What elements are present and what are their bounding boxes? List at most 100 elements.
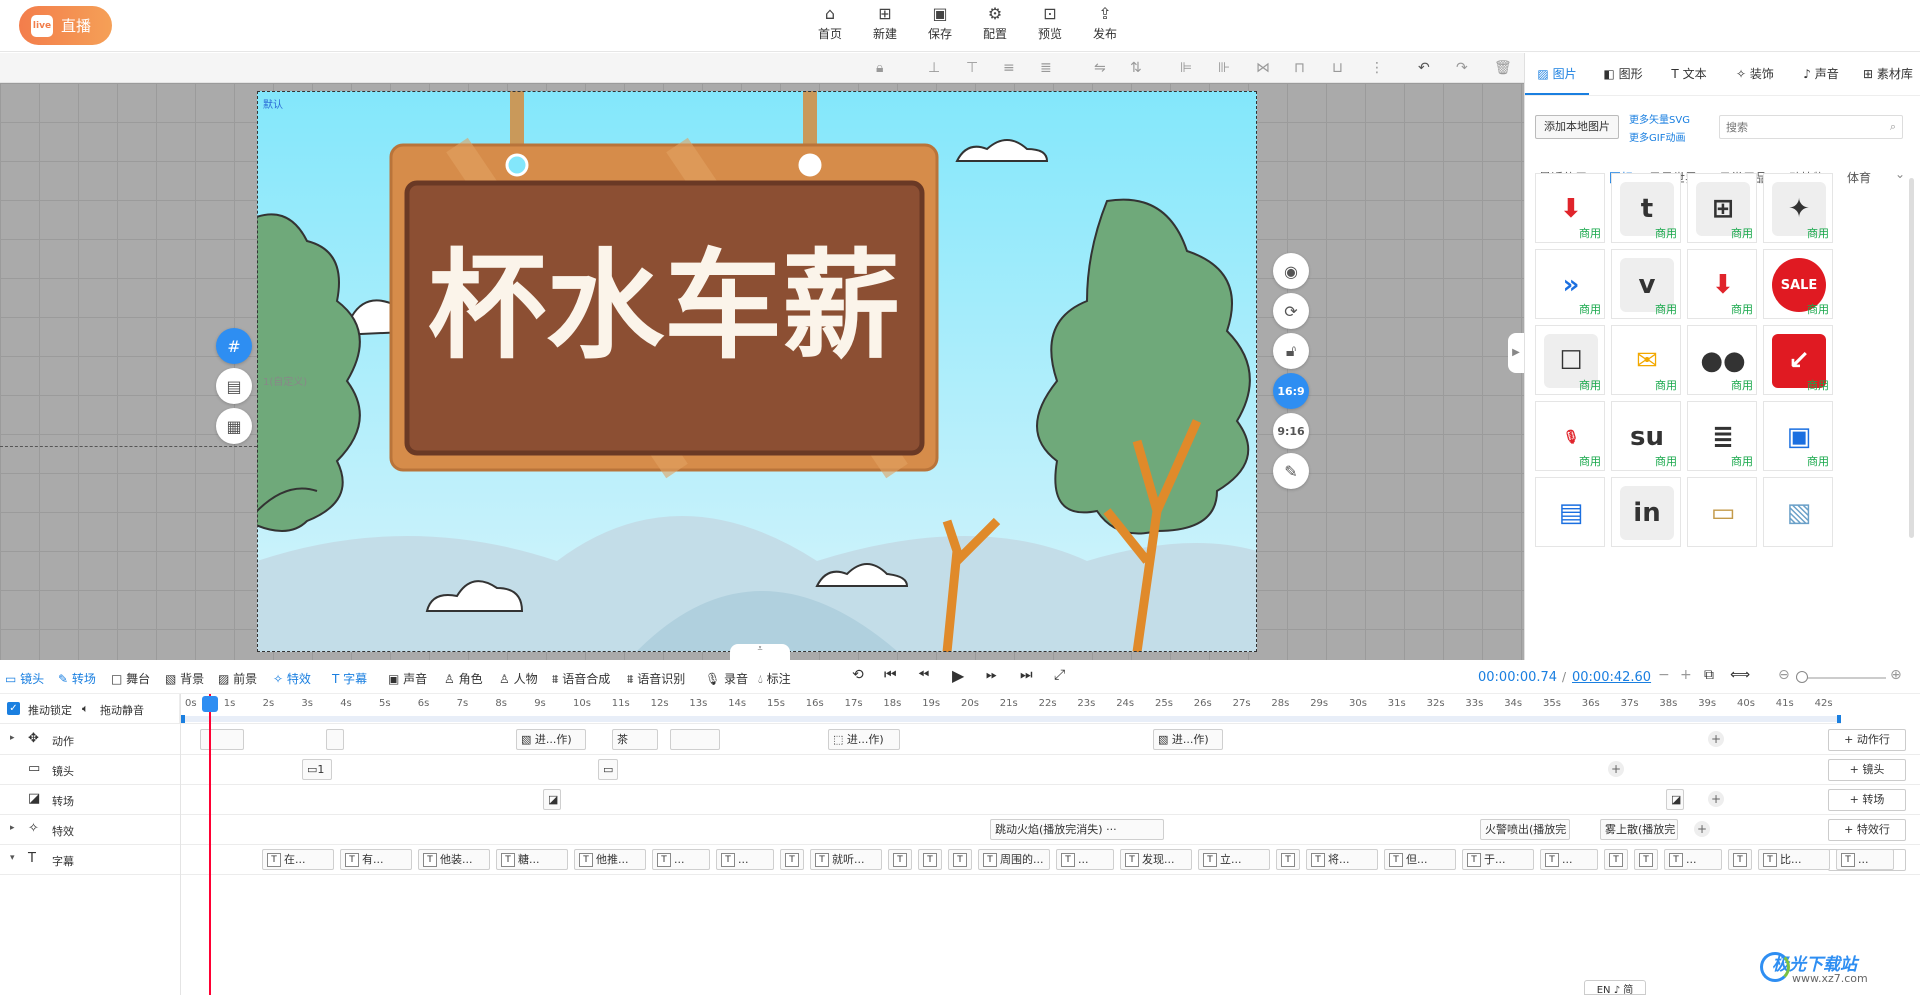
track-type-13[interactable]: 💧︎ 标注 (758, 670, 791, 687)
more-gif-link[interactable]: 更多GIF动画 (1629, 129, 1685, 144)
subtitle-clip[interactable]: T... (1540, 849, 1598, 870)
track-type-4[interactable]: ▨ 前景 (218, 670, 257, 687)
action-clip[interactable] (200, 729, 244, 750)
ime-indicator[interactable]: EN ♪ 简 (1584, 980, 1646, 996)
ratio-16-9-button[interactable]: 16:9 (1273, 373, 1309, 409)
track-type-0[interactable]: ▭ 镜头 (5, 670, 44, 687)
delete-icon[interactable]: 🗑︎ (1494, 60, 1512, 76)
skip-end-icon[interactable]: ⏭ (1020, 667, 1033, 683)
subtitle-clip[interactable]: T 立... (1198, 849, 1270, 870)
grid-toggle-button[interactable]: # (216, 328, 252, 364)
subtitle-clip[interactable]: T... (716, 849, 774, 870)
subtitle-clip[interactable]: T (918, 849, 942, 870)
add-track-button[interactable]: + 特效行 (1828, 819, 1906, 841)
transition-clip[interactable]: ◪ (543, 789, 561, 810)
subtitle-clip[interactable]: T 于... (1462, 849, 1534, 870)
subtitle-clip[interactable]: T... (652, 849, 710, 870)
subtitle-clip[interactable]: T (1604, 849, 1628, 870)
subtitle-clip[interactable]: T 糖... (496, 849, 568, 870)
collapse-panel-handle[interactable]: ▶ (1508, 333, 1524, 373)
align-right-icon[interactable]: ⊪ (1218, 60, 1230, 76)
asset-tile[interactable]: ▣ 商用 (1763, 401, 1833, 471)
asset-tile[interactable]: ≣ 商用 (1687, 401, 1757, 471)
scrollbar[interactable] (1909, 178, 1914, 538)
zoom-out-icon[interactable]: ⊖ (1778, 667, 1790, 683)
fit-icon[interactable]: ⧉ (1704, 667, 1714, 683)
step-back-icon[interactable]: ⏪︎ (918, 667, 929, 683)
track-type-2[interactable]: □ 舞台 (111, 670, 150, 687)
canvas-stage[interactable]: 杯水车薪 默认 1(自定义) # ▤ ▦ ◉ ⟳ 🔓︎ 16:9 9:16 ✎ … (0, 83, 1524, 660)
asset-tile[interactable]: ▭ (1687, 477, 1757, 547)
tab-shape[interactable]: ◧ 图形 (1591, 53, 1655, 95)
track-type-1[interactable]: ✎ 转场 (58, 670, 96, 687)
distribute-v-icon[interactable]: ⋮ (1370, 60, 1384, 76)
action-clip[interactable] (670, 729, 720, 750)
track-type-3[interactable]: ▧ 背景 (165, 670, 204, 687)
asset-tile[interactable]: su 商用 (1611, 401, 1681, 471)
expand-width-icon[interactable]: ⟺ (1730, 667, 1750, 683)
playhead[interactable] (209, 694, 211, 995)
nav-preview-button[interactable]: ⊡ 预览 (1030, 3, 1070, 47)
screenshot-button[interactable]: ◉ (1273, 253, 1309, 289)
asset-tile[interactable]: 🎙︎ 商用 (1535, 401, 1605, 471)
asset-tile[interactable]: v 商用 (1611, 249, 1681, 319)
track-type-8[interactable]: ♙ 角色 (444, 670, 483, 687)
asset-search-input[interactable] (1726, 117, 1876, 137)
refresh-button[interactable]: ⟳ (1273, 293, 1309, 329)
add-clip-button[interactable]: + (1708, 731, 1724, 747)
action-clip[interactable]: ▧ 进...作) (516, 729, 586, 750)
nav-save-button[interactable]: ▣ 保存 (920, 3, 960, 47)
collapse-timeline-handle[interactable]: ⩡ (730, 644, 790, 660)
play-icon[interactable]: ▶ (952, 666, 964, 685)
subtitle-clip[interactable]: T... (1056, 849, 1114, 870)
asset-tile[interactable]: » 商用 (1535, 249, 1605, 319)
fullscreen-icon[interactable]: ⤢ (1054, 667, 1065, 683)
add-track-button[interactable]: + 转场 (1828, 789, 1906, 811)
effect-clip[interactable]: 雾上散(播放完 (1600, 819, 1678, 840)
add-track-button[interactable]: + 动作行 (1828, 729, 1906, 751)
subtitle-clip[interactable]: T 就听... (810, 849, 882, 870)
plus-icon[interactable]: + (1680, 667, 1692, 683)
subtitle-clip[interactable]: T (888, 849, 912, 870)
track-type-12[interactable]: 🎙︎ 录音 (705, 670, 748, 687)
track-type-7[interactable]: ▣ 声音 (388, 670, 427, 687)
subtitle-clip[interactable]: T (780, 849, 804, 870)
nav-home-button[interactable]: ⌂ 首页 (810, 3, 850, 47)
action-clip[interactable] (326, 729, 344, 750)
add-clip-button[interactable]: + (1694, 821, 1710, 837)
camera-clip[interactable]: ▭1 (302, 759, 332, 780)
align-left-icon[interactable]: ⊫ (1180, 60, 1192, 76)
action-clip[interactable]: ⬚ 进...作) (828, 729, 900, 750)
subtitle-clip[interactable]: T (948, 849, 972, 870)
redo-icon[interactable]: ↷ (1456, 60, 1468, 76)
align-hcenter-icon[interactable]: ⋈ (1256, 60, 1270, 76)
step-forward-icon[interactable]: ⏩︎ (986, 667, 997, 683)
nav-config-button[interactable]: ⚙ 配置 (975, 3, 1015, 47)
distribute-icon[interactable]: ≣ (1040, 60, 1052, 76)
track-type-11[interactable]: ⩩ 语音识别 (627, 670, 685, 687)
action-clip[interactable]: 茶 (612, 729, 658, 750)
asset-tile[interactable]: ⬇ 商用 (1535, 173, 1605, 243)
lock-checkbox[interactable]: ✓ (7, 702, 20, 715)
live-button[interactable]: live 直播 (19, 6, 112, 45)
asset-tile[interactable]: in (1611, 477, 1681, 547)
subtitle-clip[interactable]: T 比... (1758, 849, 1830, 870)
effect-clip[interactable]: 火警喷出(播放完 (1480, 819, 1570, 840)
camera-clip[interactable]: ▭ (598, 759, 618, 780)
add-track-button[interactable]: + 镜头 (1828, 759, 1906, 781)
asset-tile[interactable]: SALE 商用 (1763, 249, 1833, 319)
asset-tile[interactable]: ▧ (1763, 477, 1833, 547)
track-type-9[interactable]: ♙ 人物 (499, 670, 538, 687)
time-ruler[interactable]: 0s 1s 2s 3s 4s 5s 6s 7s 8s 9s 10s 11s 12s 13s 14s 15s 16… (181, 694, 1841, 724)
total-time[interactable]: 00:00:42.60 (1572, 670, 1651, 685)
asset-tile[interactable]: ☐ 商用 (1535, 325, 1605, 395)
asset-tile[interactable]: ✦ 商用 (1763, 173, 1833, 243)
tab-text[interactable]: T 文本 (1657, 53, 1721, 95)
subtitle-clip[interactable]: T... (1836, 849, 1894, 870)
align-middle-icon[interactable]: ≡ (1003, 60, 1015, 76)
subtitle-clip[interactable]: T 在... (262, 849, 334, 870)
subtitle-clip[interactable]: T (1276, 849, 1300, 870)
asset-tile[interactable]: ✉ 商用 (1611, 325, 1681, 395)
chevron-down-icon[interactable]: ⌄ (1895, 167, 1905, 181)
zoom-in-icon[interactable]: ⊕ (1890, 667, 1902, 683)
